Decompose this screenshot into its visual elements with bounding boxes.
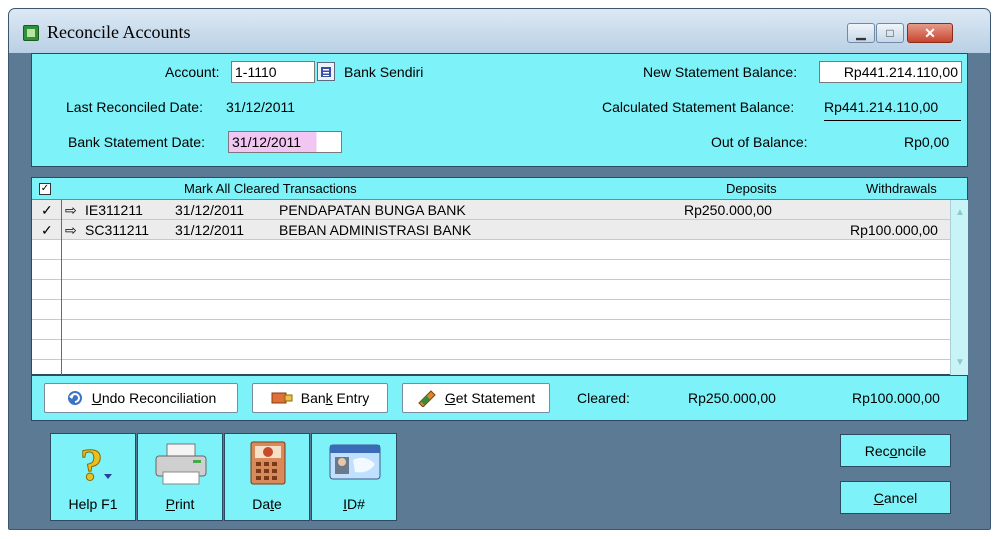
bank-entry-label: Bank Entry bbox=[300, 390, 370, 406]
bank-entry-button[interactable]: Bank Entry bbox=[252, 383, 388, 413]
title-bar: Reconcile Accounts ▁ □ ✕ bbox=[9, 9, 990, 53]
new-balance-field[interactable]: Rp441.214.110,00 bbox=[819, 61, 962, 83]
maximize-icon: □ bbox=[886, 26, 894, 40]
grid-header: ✓ Mark All Cleared Transactions Deposits… bbox=[32, 178, 967, 200]
empty-row bbox=[32, 240, 950, 260]
help-label: Help F1 bbox=[68, 496, 118, 512]
deposits-header: Deposits bbox=[726, 181, 777, 196]
cleared-deposits-total: Rp250.000,00 bbox=[688, 390, 776, 406]
check-column-divider bbox=[61, 200, 62, 376]
undo-reconciliation-label: Undo Reconciliation bbox=[91, 390, 217, 406]
cleared-check[interactable]: ✓ bbox=[41, 222, 53, 239]
maximize-button[interactable]: □ bbox=[876, 23, 904, 43]
last-reconciled-value: 31/12/2011 bbox=[226, 99, 296, 115]
close-icon: ✕ bbox=[924, 25, 936, 41]
scroll-up-icon[interactable]: ▲ bbox=[953, 206, 967, 220]
transaction-id: IE311211 bbox=[85, 202, 143, 218]
zoom-arrow-icon[interactable]: ⇨ bbox=[65, 202, 77, 219]
id-card-icon bbox=[329, 444, 381, 480]
transaction-rows: ✓ ⇨ IE311211 31/12/2011 PENDAPATAN BUNGA… bbox=[32, 200, 950, 360]
date-button[interactable]: Date bbox=[224, 433, 310, 521]
transaction-memo: BEBAN ADMINISTRASI BANK bbox=[279, 222, 472, 238]
account-info-panel: Account: 1-1110 Bank Sendiri Last Reconc… bbox=[31, 53, 968, 167]
table-row[interactable]: ✓ ⇨ SC311211 31/12/2011 BEBAN ADMINISTRA… bbox=[32, 220, 950, 240]
empty-row bbox=[32, 340, 950, 360]
account-number-field[interactable]: 1-1110 bbox=[231, 61, 315, 83]
get-statement-button[interactable]: Get Statement bbox=[402, 383, 550, 413]
action-bar: Undo Reconciliation Bank Entry Get State… bbox=[31, 375, 968, 421]
get-statement-label: Get Statement bbox=[444, 390, 536, 406]
mark-all-header[interactable]: Mark All Cleared Transactions bbox=[184, 181, 357, 196]
table-row[interactable]: ✓ ⇨ IE311211 31/12/2011 PENDAPATAN BUNGA… bbox=[32, 200, 950, 220]
print-button[interactable]: Print bbox=[137, 433, 223, 521]
account-label: Account: bbox=[165, 64, 220, 80]
id-button[interactable]: ID# bbox=[311, 433, 397, 521]
undo-reconciliation-button[interactable]: Undo Reconciliation bbox=[44, 383, 238, 413]
id-label: ID# bbox=[343, 496, 365, 512]
grid-scrollbar[interactable]: ▲ ▼ bbox=[950, 200, 968, 375]
empty-row bbox=[32, 300, 950, 320]
cleared-label: Cleared: bbox=[577, 390, 630, 406]
zoom-arrow-icon[interactable]: ⇨ bbox=[65, 222, 77, 239]
window-title: Reconcile Accounts bbox=[47, 22, 191, 42]
cancel-button[interactable]: Cancel bbox=[840, 481, 951, 514]
printer-icon bbox=[155, 443, 207, 485]
out-of-balance-value: Rp0,00 bbox=[904, 134, 950, 150]
transaction-deposit: Rp250.000,00 bbox=[684, 202, 772, 218]
scroll-down-icon[interactable]: ▼ bbox=[953, 356, 967, 370]
new-balance-label: New Statement Balance: bbox=[643, 64, 798, 80]
calculated-balance-label: Calculated Statement Balance: bbox=[602, 99, 795, 115]
statement-date-field[interactable]: 31/12/2011 bbox=[228, 131, 342, 153]
transaction-memo: PENDAPATAN BUNGA BANK bbox=[279, 202, 466, 218]
cancel-label: Cancel bbox=[873, 489, 918, 506]
undo-icon bbox=[67, 391, 82, 405]
app-window-icon bbox=[23, 25, 39, 41]
statement-date-label: Bank Statement Date: bbox=[68, 134, 205, 150]
last-reconciled-label: Last Reconciled Date: bbox=[66, 99, 203, 115]
print-label: Print bbox=[165, 496, 195, 512]
empty-row bbox=[32, 280, 950, 300]
transactions-grid: ✓ Mark All Cleared Transactions Deposits… bbox=[31, 177, 968, 376]
date-label: Date bbox=[252, 496, 282, 512]
help-button[interactable]: ? Help F1 bbox=[50, 433, 136, 521]
cleared-withdrawals-total: Rp100.000,00 bbox=[852, 390, 940, 406]
reconcile-accounts-window: Reconcile Accounts ▁ □ ✕ Account: 1-1110… bbox=[8, 8, 991, 530]
reconcile-button[interactable]: Reconcile bbox=[840, 434, 951, 467]
transaction-date: 31/12/2011 bbox=[175, 222, 245, 238]
bank-entry-icon bbox=[271, 392, 293, 404]
account-lookup-button[interactable] bbox=[317, 62, 335, 81]
minimize-button[interactable]: ▁ bbox=[847, 23, 875, 43]
svg-text:?: ? bbox=[80, 440, 103, 486]
account-name: Bank Sendiri bbox=[344, 64, 424, 80]
calendar-icon bbox=[250, 441, 286, 485]
close-button[interactable]: ✕ bbox=[907, 23, 953, 43]
list-lookup-icon bbox=[321, 66, 331, 77]
empty-row bbox=[32, 320, 950, 340]
transaction-date: 31/12/2011 bbox=[175, 202, 245, 218]
balance-underline bbox=[824, 120, 961, 121]
out-of-balance-label: Out of Balance: bbox=[711, 134, 808, 150]
transaction-withdrawal: Rp100.000,00 bbox=[850, 222, 938, 238]
empty-row bbox=[32, 260, 950, 280]
cleared-check[interactable]: ✓ bbox=[41, 202, 53, 219]
reconcile-label: Reconcile bbox=[864, 442, 927, 459]
mark-all-checkbox[interactable]: ✓ bbox=[39, 183, 51, 195]
withdrawals-header: Withdrawals bbox=[866, 181, 937, 196]
minimize-icon: ▁ bbox=[856, 26, 866, 40]
help-question-icon: ? bbox=[80, 440, 112, 486]
transaction-id: SC311211 bbox=[85, 222, 150, 238]
statement-icon bbox=[418, 390, 436, 407]
calculated-balance-value: Rp441.214.110,00 bbox=[824, 99, 939, 115]
